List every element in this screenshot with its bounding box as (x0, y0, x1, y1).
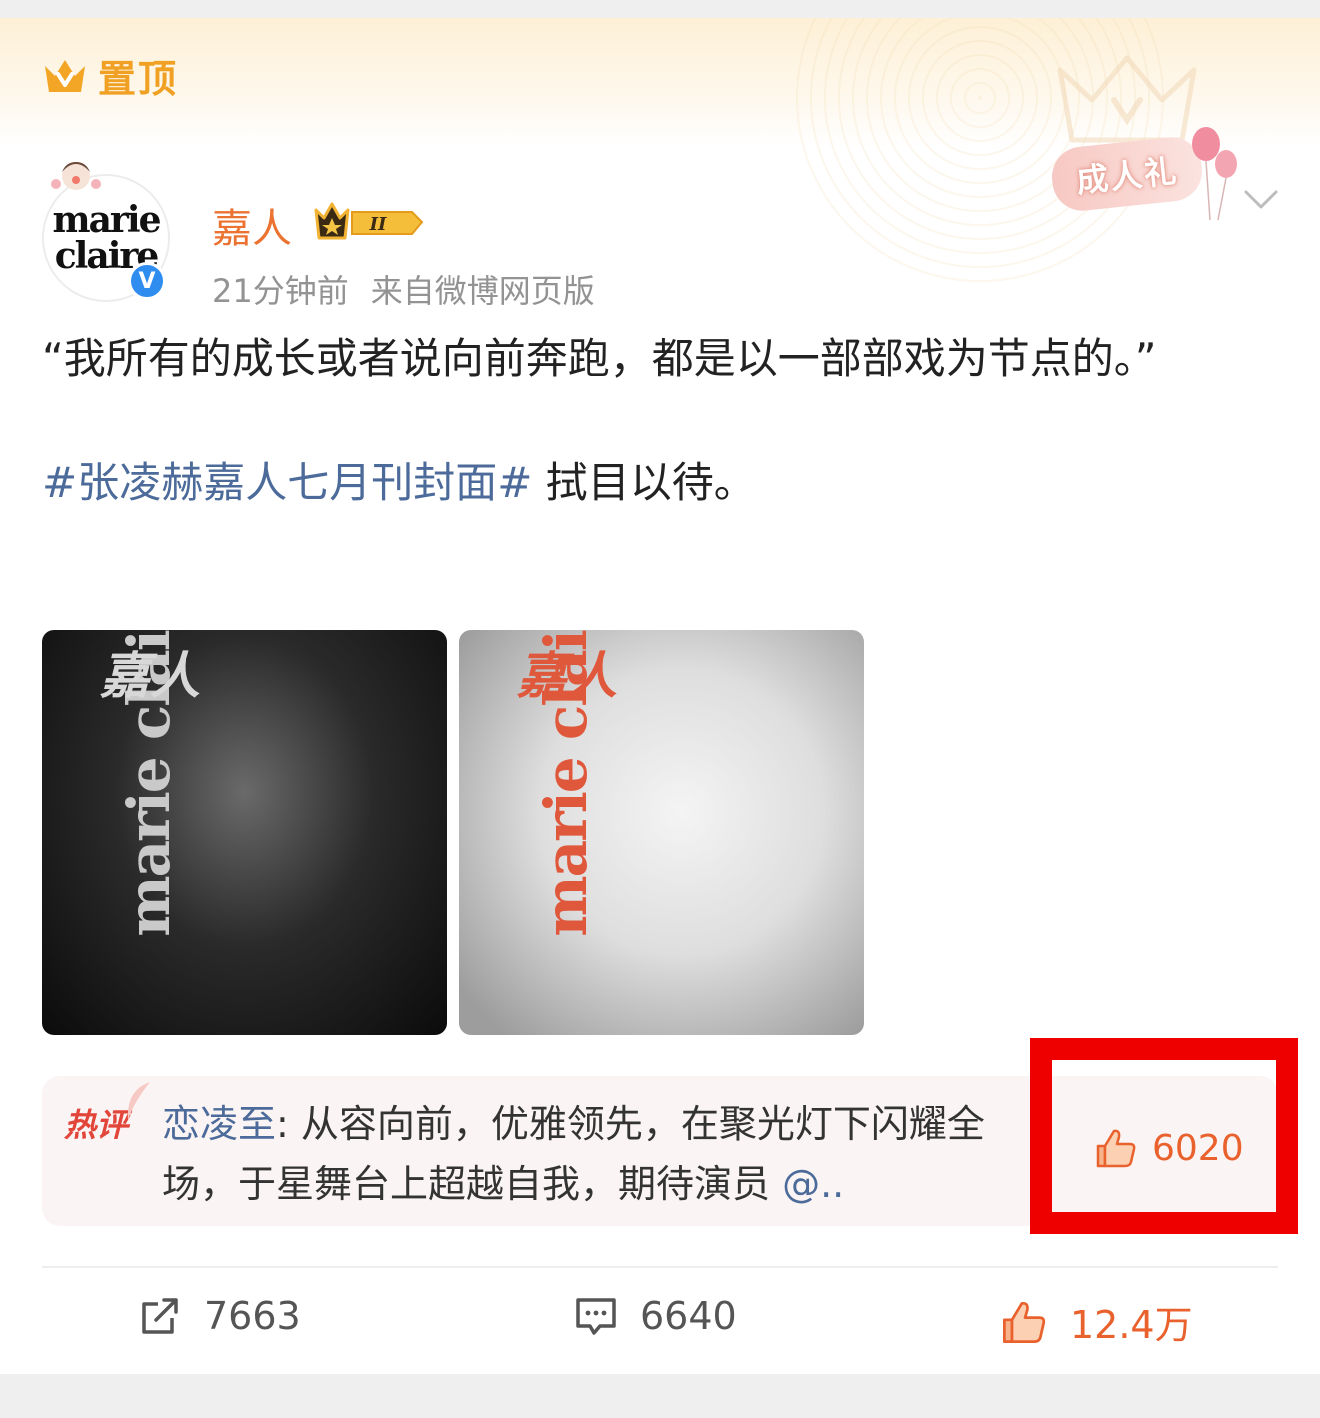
verified-badge-icon: V (128, 262, 166, 300)
hot-comment-mention[interactable]: @.. (782, 1162, 844, 1206)
flame-feather-icon (127, 1082, 150, 1120)
post-image-2[interactable]: marie clai 嘉人 (459, 630, 864, 1035)
comment-icon (576, 1298, 616, 1335)
repost-button[interactable]: 7663 (138, 1294, 301, 1338)
crown-icon (45, 59, 85, 92)
topic-hashtag-link[interactable]: #张凌赫嘉人七月刊封面# (42, 458, 532, 507)
avatar-pendant-icon (51, 162, 101, 190)
image-2-title: 嘉人 (517, 647, 617, 705)
comment-button[interactable]: 6640 (574, 1294, 737, 1338)
pinned-indicator: 置顶 (42, 48, 178, 103)
like-button[interactable]: 12.4万 (1000, 1294, 1193, 1349)
hot-comment-text: 恋凌至: 从容向前，优雅领先，在聚光灯下闪耀全场，于星舞台上超越自我，期待演员 … (162, 1094, 1022, 1222)
repost-count: 7663 (204, 1294, 301, 1338)
post-time: 21分钟前 (212, 272, 349, 310)
pinned-label: 置顶 (98, 57, 179, 101)
chevron-down-icon[interactable] (1240, 178, 1282, 220)
post-source: 来自微博网页版 (370, 272, 595, 310)
image-1-title: 嘉人 (100, 647, 200, 705)
action-divider (42, 1266, 1278, 1268)
post-trailing-text: 拭目以待。 (532, 458, 756, 507)
post-second-line: #张凌赫嘉人七月刊封面# 拭目以待。 (42, 452, 1242, 514)
highlight-box (1030, 1038, 1298, 1234)
post-quote: “我所有的成长或者说向前奔跑，都是以一部部戏为节点的。” (42, 334, 1157, 383)
like-count: 12.4万 (1070, 1303, 1193, 1347)
hot-comment-separator: : (276, 1102, 301, 1146)
thumbs-up-icon (1003, 1301, 1046, 1343)
event-badge-label: 成人礼 (1074, 151, 1180, 201)
post-meta: 21分钟前 来自微博网页版 (212, 266, 595, 312)
svg-text:II: II (369, 214, 387, 235)
avatar-logo-line1: marie (52, 199, 162, 241)
post-image-1[interactable]: marie clai 嘉人 (42, 630, 447, 1035)
balloon-icon (1192, 127, 1237, 221)
comment-count: 6640 (640, 1294, 737, 1338)
hot-comment-tag: 热评 (64, 1106, 129, 1144)
event-crown-icon (1057, 55, 1197, 143)
weibo-post-card: 置顶 成人礼 marie claire V 嘉人 II 21分钟前 来自微博网页… (0, 18, 1320, 1374)
repost-icon (142, 1298, 178, 1334)
hot-comment-user[interactable]: 恋凌至 (162, 1102, 276, 1146)
post-body: “我所有的成长或者说向前奔跑，都是以一部部戏为节点的。” #张凌赫嘉人七月刊封面… (42, 328, 1242, 514)
author-name[interactable]: 嘉人 (212, 196, 292, 254)
vip-level-badge-icon[interactable]: II (312, 200, 426, 244)
